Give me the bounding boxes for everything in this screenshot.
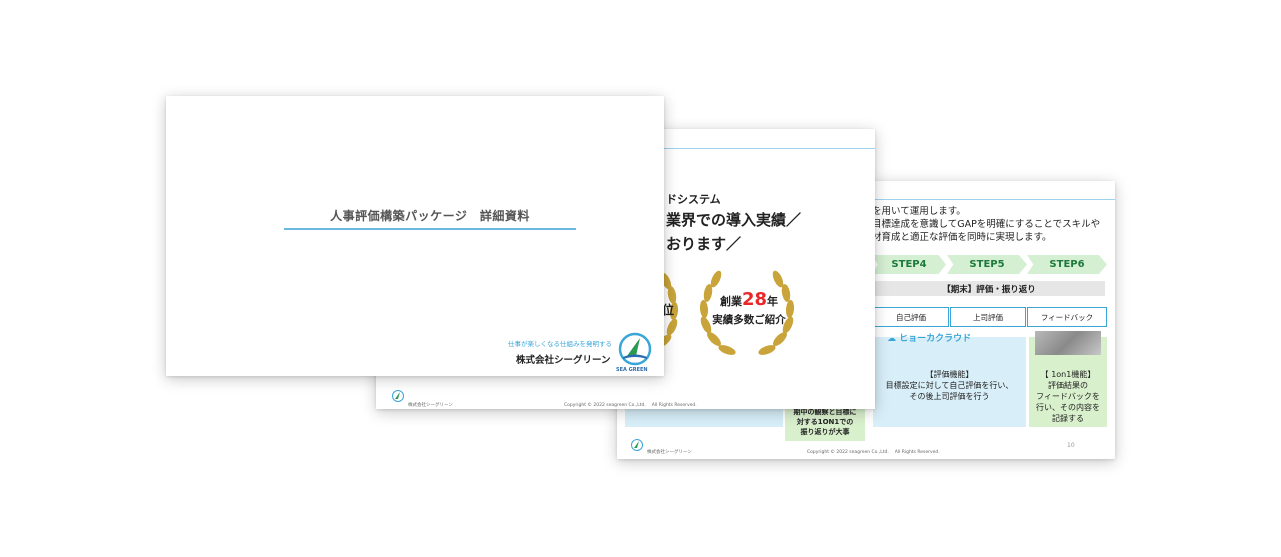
fb-feature-line-1: 【 1on1機能】 — [1040, 370, 1096, 379]
intro-line-2: 目標達成を意識してGAPを明確にすることでスキルや — [872, 219, 1101, 230]
step-5-chevron: STEP5 — [947, 255, 1027, 274]
observation-panel — [625, 407, 783, 427]
hyoka-cloud-logo: ☁ ヒョーカクラウド — [887, 331, 971, 344]
footer-copyright: Copyright © 2022 seagreen Co.,Ltd. All R… — [807, 450, 940, 455]
fb-feature-line-4: 行い、その内容を — [1036, 403, 1100, 412]
self-evaluation-box: 自己評価 — [873, 307, 949, 327]
seagreen-mini-logo-icon — [392, 390, 404, 402]
fb-feature-line-2: 評価結果の — [1048, 381, 1088, 390]
headline-line-1: 業界での導入実績／ — [666, 211, 802, 229]
award-number: 28 — [741, 289, 768, 310]
feedback-feature-text: 【 1on1機能】 評価結果の フィードバックを 行い、その内容を 記録する — [1029, 369, 1107, 424]
headline-line-2: おります／ — [666, 235, 742, 253]
fb-feature-line-5: 記録する — [1052, 414, 1084, 423]
step-4-chevron: STEP4 — [872, 255, 946, 274]
footer-company: 株式会社シーグリーン — [408, 403, 453, 408]
title-underline — [284, 228, 576, 230]
page-number: 10 — [1067, 442, 1075, 449]
phase-label: 【期末】評価・振り返り — [873, 281, 1105, 296]
cloud-icon: ☁ — [887, 334, 896, 344]
intro-line-1: を用いて運用します。 — [872, 206, 966, 217]
slide-preview-1: 人事評価構築パッケージ 詳細資料 仕事が楽しくなる仕組みを発明する 株式会社シー… — [166, 96, 664, 376]
category-text: ドシステム — [666, 193, 721, 206]
meeting-photo — [1035, 331, 1101, 355]
note-text: 期中の観察と目標に 対する1ON1での 振り返りが大事 — [785, 407, 865, 437]
seagreen-logo-text: SEA GREEN — [616, 367, 648, 373]
document-title: 人事評価構築パッケージ 詳細資料 — [330, 209, 530, 223]
feedback-box: フィードバック — [1027, 307, 1107, 327]
footer-company: 株式会社シーグリーン — [647, 450, 692, 455]
hyoka-cloud-logo-text: ヒョーカクラウド — [899, 334, 972, 344]
company-tagline: 仕事が楽しくなる仕組みを発明する — [508, 340, 612, 348]
award-suffix: 年 — [767, 295, 779, 308]
manager-evaluation-box: 上司評価 — [950, 307, 1026, 327]
eval-feature-line-2: 目標設定に対して自己評価を行い、 — [885, 381, 1014, 390]
award-caption: 実績多数ご紹介 — [712, 314, 786, 326]
company-name: 株式会社シーグリーン — [516, 355, 611, 366]
eval-feature-line-3: その後上司評価を行う — [909, 392, 990, 401]
seagreen-mini-logo-icon — [631, 439, 643, 451]
footer-copyright: Copyright © 2022 seagreen Co.,Ltd. All R… — [564, 403, 697, 408]
step-6-chevron: STEP6 — [1027, 255, 1107, 274]
note-line-2: 対する1ON1での — [796, 418, 854, 426]
seagreen-logo-icon — [618, 332, 652, 366]
fb-feature-line-3: フィードバックを — [1036, 392, 1100, 401]
award-years: 創業28年 — [706, 289, 792, 310]
intro-line-3: 材育成と適正な評価を同時に実現します。 — [872, 232, 1052, 243]
note-line-3: 振り返りが大事 — [800, 428, 850, 436]
intro-text: を用いて運用します。 目標達成を意識してGAPを明確にすることでスキルや 材育成… — [872, 205, 1100, 244]
award-prefix: 創業 — [719, 295, 742, 308]
eval-feature-line-1: 【評価機能】 — [925, 370, 974, 379]
evaluation-feature-text: 【評価機能】 目標設定に対して自己評価を行い、 その後上司評価を行う — [873, 369, 1026, 402]
